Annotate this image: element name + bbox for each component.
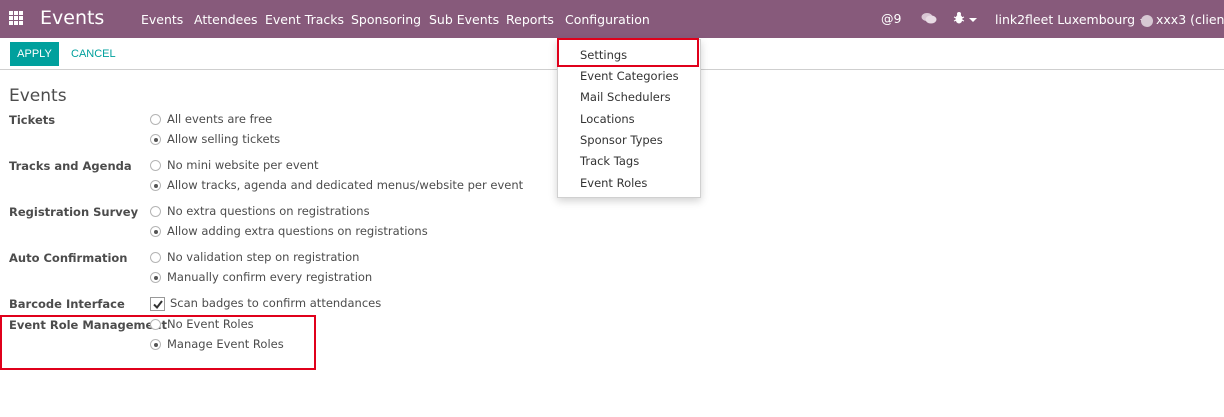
radio-button[interactable] bbox=[150, 114, 161, 125]
tracks-agenda-label: Tracks and Agenda bbox=[9, 159, 132, 173]
apply-button[interactable]: APPLY bbox=[10, 42, 59, 66]
tickets-label: Tickets bbox=[9, 113, 56, 127]
configuration-dropdown: Settings Event Categories Mail Scheduler… bbox=[557, 39, 701, 198]
radio-button[interactable] bbox=[150, 319, 161, 330]
dropdown-item-event-categories[interactable]: Event Categories bbox=[580, 69, 679, 83]
option-label: Manage Event Roles bbox=[167, 337, 284, 351]
barcode-interface-label: Barcode Interface bbox=[9, 297, 125, 311]
cancel-button[interactable]: CANCEL bbox=[71, 42, 116, 66]
company-switcher[interactable]: link2fleet Luxembourg bbox=[995, 12, 1149, 27]
registration-survey-label: Registration Survey bbox=[9, 205, 139, 219]
menu-reports[interactable]: Reports bbox=[506, 12, 554, 27]
mentions-counter[interactable]: @9 bbox=[881, 11, 901, 26]
user-name: xxx3 (client_c bbox=[1156, 12, 1224, 27]
option-label: Manually confirm every registration bbox=[167, 270, 373, 284]
section-title: Events bbox=[9, 86, 67, 106]
menu-event-tracks[interactable]: Event Tracks bbox=[265, 12, 344, 27]
user-menu[interactable]: xxx3 (client_c bbox=[1141, 12, 1224, 27]
dropdown-item-track-tags[interactable]: Track Tags bbox=[580, 154, 639, 168]
radio-button[interactable] bbox=[150, 160, 161, 171]
option-label: Scan badges to confirm attendances bbox=[170, 296, 382, 310]
radio-button[interactable] bbox=[150, 339, 161, 350]
radio-button[interactable] bbox=[150, 206, 161, 217]
radio-button[interactable] bbox=[150, 252, 161, 263]
company-name: link2fleet Luxembourg bbox=[995, 12, 1136, 27]
menu-attendees[interactable]: Attendees bbox=[194, 12, 258, 27]
option-label: No Event Roles bbox=[167, 317, 254, 331]
debug-bug-icon[interactable] bbox=[953, 11, 977, 26]
checkbox[interactable] bbox=[150, 297, 165, 311]
event-role-management-label: Event Role Management bbox=[9, 318, 167, 332]
avatar bbox=[1141, 14, 1153, 27]
top-navbar: Events Events Attendees Event Tracks Spo… bbox=[0, 0, 1224, 38]
menu-configuration[interactable]: Configuration bbox=[565, 12, 650, 27]
radio-button[interactable] bbox=[150, 180, 161, 191]
option-label: Allow adding extra questions on registra… bbox=[167, 224, 428, 238]
option-label: All events are free bbox=[167, 112, 273, 126]
dropdown-item-event-roles[interactable]: Event Roles bbox=[580, 176, 647, 190]
checkmark-icon bbox=[153, 300, 163, 310]
option-label: No validation step on registration bbox=[167, 250, 360, 264]
option-label: No mini website per event bbox=[167, 158, 319, 172]
dropdown-item-mail-schedulers[interactable]: Mail Schedulers bbox=[580, 90, 671, 104]
auto-confirmation-label: Auto Confirmation bbox=[9, 251, 128, 265]
dropdown-item-locations[interactable]: Locations bbox=[580, 112, 635, 126]
menu-sponsoring[interactable]: Sponsoring bbox=[351, 12, 421, 27]
apps-grid-icon[interactable] bbox=[9, 11, 23, 25]
menu-events[interactable]: Events bbox=[141, 12, 183, 27]
radio-button[interactable] bbox=[150, 134, 161, 145]
menu-sub-events[interactable]: Sub Events bbox=[429, 12, 499, 27]
dropdown-item-settings[interactable]: Settings bbox=[580, 48, 627, 62]
radio-button[interactable] bbox=[150, 226, 161, 237]
chat-icon[interactable] bbox=[921, 12, 937, 25]
app-title: Events bbox=[40, 7, 105, 29]
dropdown-item-sponsor-types[interactable]: Sponsor Types bbox=[580, 133, 663, 147]
radio-button[interactable] bbox=[150, 272, 161, 283]
option-label: Allow tracks, agenda and dedicated menus… bbox=[167, 178, 524, 192]
option-label: No extra questions on registrations bbox=[167, 204, 370, 218]
option-label: Allow selling tickets bbox=[167, 132, 281, 146]
